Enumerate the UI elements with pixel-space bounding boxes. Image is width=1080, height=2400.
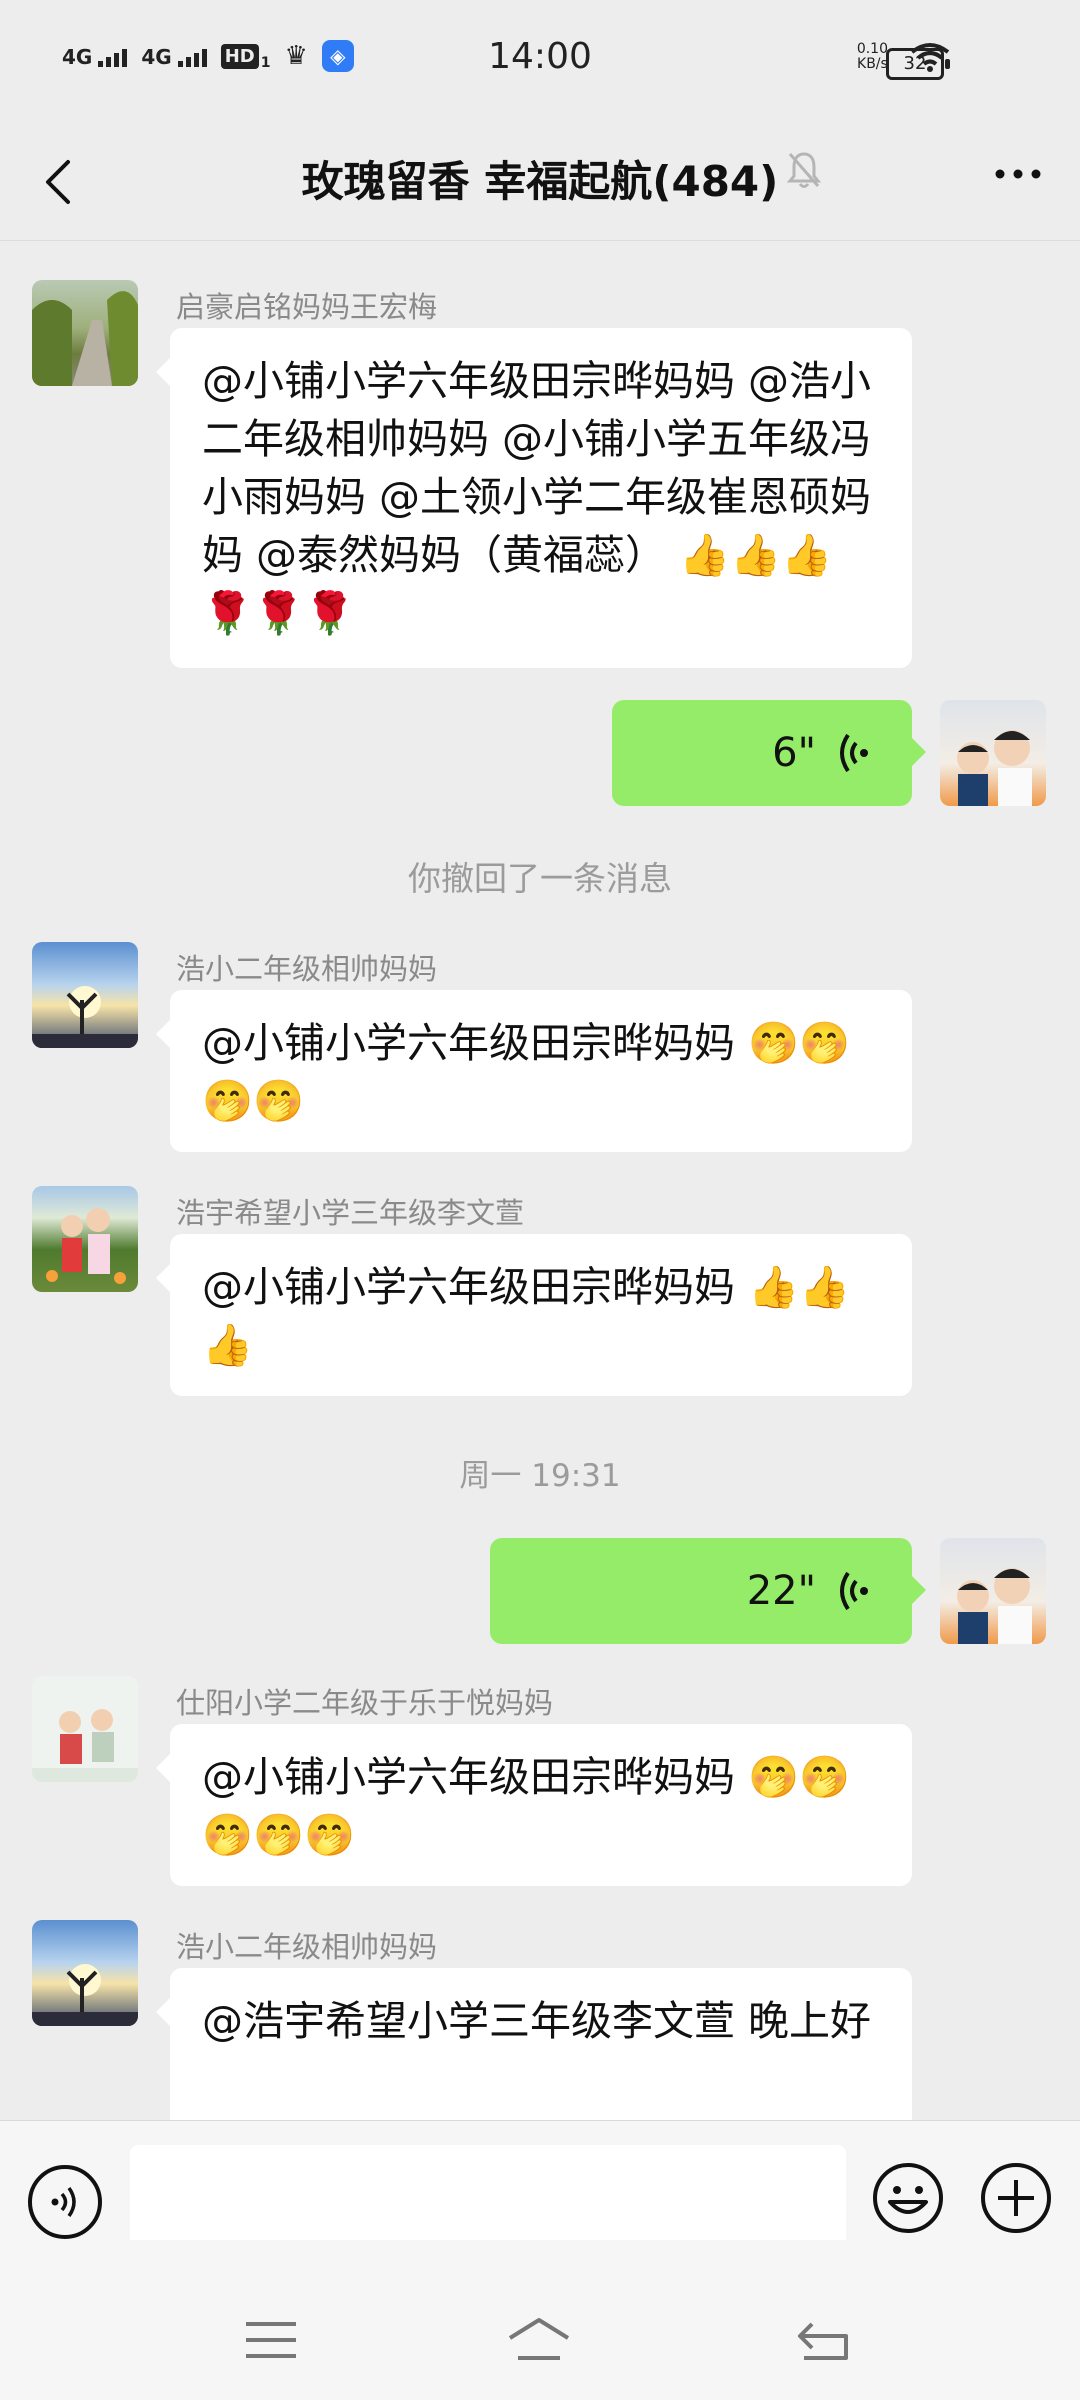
sender-name: 启豪启铭妈妈王宏梅: [176, 290, 438, 324]
menu-nav-button[interactable]: [236, 2310, 306, 2370]
message-bubble[interactable]: @小铺小学六年级田宗晔妈妈 @浩小二年级相帅妈妈 @小铺小学五年级冯小雨妈妈 @…: [156, 328, 912, 668]
voice-wave-icon: [840, 733, 868, 773]
network-speed: 0.10 KB/s: [856, 41, 888, 72]
self-avatar[interactable]: [940, 1538, 1046, 1644]
message-bubble[interactable]: @浩宇希望小学三年级李文萱 晚上好: [156, 1968, 912, 2130]
voice-message-bubble[interactable]: 6": [612, 700, 926, 806]
voice-input-button[interactable]: [28, 2165, 102, 2239]
voice-duration: 22": [746, 1568, 816, 1614]
sender-name: 浩小二年级相帅妈妈: [176, 1930, 438, 1964]
chat-title: 玫瑰留香 幸福起航(484): [301, 157, 779, 206]
avatar[interactable]: [32, 942, 138, 1048]
avatar[interactable]: [32, 1186, 138, 1292]
message-bubble[interactable]: @小铺小学六年级田宗晔妈妈 👍👍👍: [156, 1234, 912, 1396]
system-notice: 你撤回了一条消息: [408, 859, 672, 898]
voice-wave-icon: [840, 1571, 868, 1611]
voice-message-bubble[interactable]: 22": [490, 1538, 926, 1644]
home-nav-button[interactable]: [504, 2310, 574, 2370]
status-bar: 4G 4G HD 1 ♛ ◈ 14:00 0.10 KB/s 32: [0, 0, 1080, 120]
message-bubble[interactable]: @小铺小学六年级田宗晔妈妈 🤭🤭🤭🤭: [156, 990, 912, 1152]
voice-icon: [51, 2186, 76, 2218]
voice-duration: 6": [772, 730, 816, 776]
avatar[interactable]: [32, 280, 138, 386]
message-timestamp: 周一 19:31: [459, 1458, 621, 1494]
sender-name: 浩小二年级相帅妈妈: [176, 952, 438, 986]
battery-icon: 32: [886, 48, 950, 80]
sender-name: 仕阳小学二年级于乐于悦妈妈: [176, 1686, 554, 1720]
self-avatar[interactable]: [940, 700, 1046, 806]
message-input[interactable]: [130, 2145, 846, 2253]
emoji-button[interactable]: [870, 2160, 946, 2236]
more-options-button[interactable]: [986, 140, 1050, 204]
plus-button[interactable]: [978, 2160, 1054, 2236]
avatar[interactable]: [32, 1920, 138, 2026]
avatar[interactable]: [32, 1676, 138, 1782]
mute-bell-icon: [786, 152, 822, 188]
sender-name: 浩宇希望小学三年级李文萱: [176, 1196, 525, 1230]
chat-header: 玫瑰留香 幸福起航(484): [0, 120, 1080, 241]
message-bubble[interactable]: @小铺小学六年级田宗晔妈妈 🤭🤭🤭🤭🤭: [156, 1724, 912, 1886]
back-nav-button[interactable]: [790, 2310, 860, 2370]
